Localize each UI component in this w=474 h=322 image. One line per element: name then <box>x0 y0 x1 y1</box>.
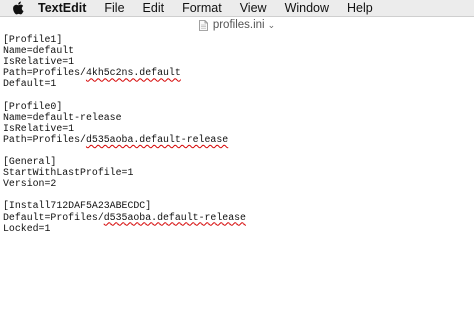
text-line: Name=default-release <box>3 112 471 123</box>
misspelled-word: d535aoba.default-release <box>103 211 246 223</box>
menu-edit[interactable]: Edit <box>143 0 165 17</box>
line-text: IsRelative=1 <box>3 56 75 68</box>
text-line: [Profile0] <box>3 101 471 112</box>
text-line: IsRelative=1 <box>3 56 471 67</box>
line-text: Name=default-release <box>3 111 122 123</box>
text-line: IsRelative=1 <box>3 123 471 134</box>
menu-window[interactable]: Window <box>285 0 329 17</box>
line-text: Name=default <box>3 45 75 57</box>
text-line: Path=Profiles/d535aoba.default-release <box>3 134 471 145</box>
misspelled-word: d535aoba.default-release <box>85 133 229 145</box>
menu-format[interactable]: Format <box>182 0 222 17</box>
document-title-bar[interactable]: profiles.ini ⌄ <box>0 17 474 33</box>
line-text: Locked=1 <box>3 222 51 234</box>
line-text: Default=1 <box>3 78 57 90</box>
line-text: [Install712DAF5A23ABECDC] <box>3 200 152 212</box>
menu-help[interactable]: Help <box>347 0 373 17</box>
text-line: Default=1 <box>3 78 471 89</box>
line-text: StartWithLastProfile=1 <box>3 167 134 179</box>
text-line: Default=Profiles/d535aoba.default-releas… <box>3 212 471 223</box>
text-editor[interactable]: [Profile1] Name=default IsRelative=1 Path=P… <box>3 34 471 319</box>
text-document-icon <box>198 19 208 31</box>
chevron-down-icon[interactable]: ⌄ <box>268 20 276 31</box>
line-text: [Profile1] <box>3 34 63 45</box>
line-text: [Profile0] <box>3 100 63 112</box>
text-line: StartWithLastProfile=1 <box>3 167 471 178</box>
line-text: IsRelative=1 <box>3 122 75 134</box>
line-text: Default=Profiles/ <box>3 211 104 223</box>
apple-logo-icon[interactable] <box>11 0 25 17</box>
misspelled-word: 4kh5c2ns.default <box>85 67 181 79</box>
text-line <box>3 145 471 156</box>
text-line: Locked=1 <box>3 223 471 234</box>
document-title: profiles.ini <box>212 19 265 31</box>
text-line: [Install712DAF5A23ABECDC] <box>3 200 471 211</box>
menu-app-textedit[interactable]: TextEdit <box>38 0 86 17</box>
line-text: Path=Profiles/ <box>3 133 86 145</box>
menu-file[interactable]: File <box>104 0 124 17</box>
text-line: [General] <box>3 156 471 167</box>
text-line: Version=2 <box>3 178 471 189</box>
menu-bar: TextEdit File Edit Format View Window He… <box>0 0 474 17</box>
text-line: Path=Profiles/4kh5c2ns.default <box>3 67 471 78</box>
text-line <box>3 89 471 100</box>
line-text: Version=2 <box>3 178 57 190</box>
text-line: Name=default <box>3 45 471 56</box>
line-text: Path=Profiles/ <box>3 67 86 79</box>
text-line: [Profile1] <box>3 34 471 45</box>
menu-view[interactable]: View <box>240 0 267 17</box>
text-line <box>3 189 471 200</box>
line-text: [General] <box>3 156 57 168</box>
